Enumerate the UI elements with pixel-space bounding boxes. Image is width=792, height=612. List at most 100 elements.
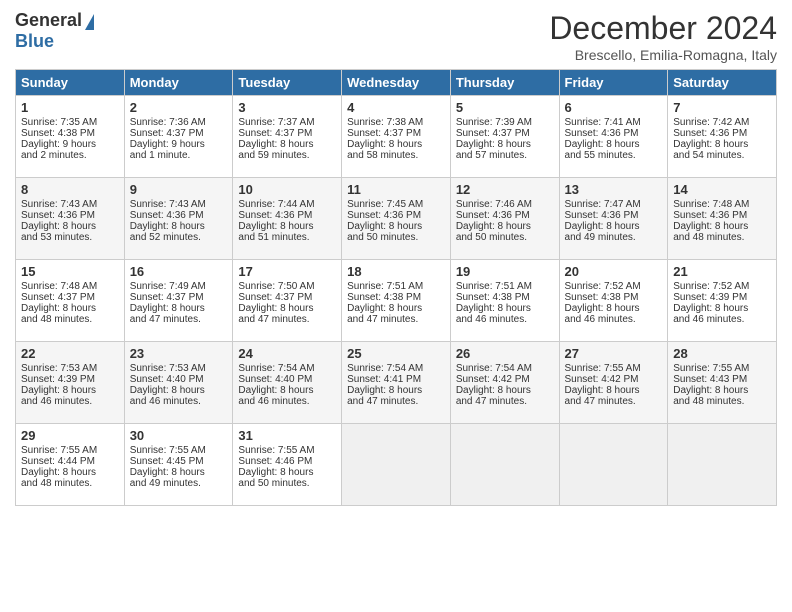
- calendar-cell: 17Sunrise: 7:50 AMSunset: 4:37 PMDayligh…: [233, 260, 342, 342]
- day-info-line: Daylight: 8 hours: [565, 303, 663, 314]
- day-header-thursday: Thursday: [450, 70, 559, 96]
- day-info-line: Sunset: 4:36 PM: [673, 210, 771, 221]
- day-info-line: Daylight: 8 hours: [565, 385, 663, 396]
- calendar-cell: 16Sunrise: 7:49 AMSunset: 4:37 PMDayligh…: [124, 260, 233, 342]
- day-info-line: Sunrise: 7:35 AM: [21, 117, 119, 128]
- day-info-line: and 58 minutes.: [347, 150, 445, 161]
- day-info-line: Sunrise: 7:55 AM: [21, 445, 119, 456]
- day-info-line: Sunrise: 7:41 AM: [565, 117, 663, 128]
- day-number: 17: [238, 264, 336, 279]
- calendar-cell: 5Sunrise: 7:39 AMSunset: 4:37 PMDaylight…: [450, 96, 559, 178]
- month-title: December 2024: [549, 10, 777, 47]
- calendar-week-row: 15Sunrise: 7:48 AMSunset: 4:37 PMDayligh…: [16, 260, 777, 342]
- calendar-cell: 27Sunrise: 7:55 AMSunset: 4:42 PMDayligh…: [559, 342, 668, 424]
- day-info-line: and 47 minutes.: [347, 396, 445, 407]
- day-info-line: Sunrise: 7:49 AM: [130, 281, 228, 292]
- day-info-line: Sunset: 4:37 PM: [130, 128, 228, 139]
- calendar-cell: 1Sunrise: 7:35 AMSunset: 4:38 PMDaylight…: [16, 96, 125, 178]
- day-info-line: Sunset: 4:37 PM: [21, 292, 119, 303]
- day-number: 8: [21, 182, 119, 197]
- calendar-cell: 8Sunrise: 7:43 AMSunset: 4:36 PMDaylight…: [16, 178, 125, 260]
- day-info-line: Daylight: 8 hours: [673, 303, 771, 314]
- day-number: 1: [21, 100, 119, 115]
- page-container: General Blue December 2024 Brescello, Em…: [0, 0, 792, 516]
- day-info-line: Sunset: 4:45 PM: [130, 456, 228, 467]
- day-info-line: Sunrise: 7:55 AM: [673, 363, 771, 374]
- day-info-line: Sunrise: 7:39 AM: [456, 117, 554, 128]
- day-info-line: Sunrise: 7:46 AM: [456, 199, 554, 210]
- day-number: 15: [21, 264, 119, 279]
- day-info-line: Daylight: 8 hours: [347, 221, 445, 232]
- day-info-line: and 46 minutes.: [130, 396, 228, 407]
- day-info-line: Daylight: 9 hours: [130, 139, 228, 150]
- day-info-line: Daylight: 8 hours: [130, 385, 228, 396]
- day-info-line: Sunrise: 7:42 AM: [673, 117, 771, 128]
- day-info-line: Daylight: 8 hours: [673, 385, 771, 396]
- day-info-line: Sunrise: 7:55 AM: [130, 445, 228, 456]
- logo-general-text: General: [15, 10, 82, 30]
- day-info-line: Sunset: 4:37 PM: [347, 128, 445, 139]
- day-info-line: Daylight: 8 hours: [130, 303, 228, 314]
- calendar-cell: 20Sunrise: 7:52 AMSunset: 4:38 PMDayligh…: [559, 260, 668, 342]
- day-info-line: Sunset: 4:38 PM: [456, 292, 554, 303]
- day-info-line: and 48 minutes.: [673, 232, 771, 243]
- day-info-line: Sunrise: 7:54 AM: [347, 363, 445, 374]
- day-info-line: Sunset: 4:36 PM: [238, 210, 336, 221]
- calendar-cell: 18Sunrise: 7:51 AMSunset: 4:38 PMDayligh…: [342, 260, 451, 342]
- day-number: 4: [347, 100, 445, 115]
- day-info-line: Daylight: 8 hours: [456, 139, 554, 150]
- day-info-line: and 47 minutes.: [347, 314, 445, 325]
- day-info-line: Daylight: 8 hours: [238, 221, 336, 232]
- day-number: 5: [456, 100, 554, 115]
- day-info-line: and 52 minutes.: [130, 232, 228, 243]
- day-number: 2: [130, 100, 228, 115]
- day-info-line: Sunrise: 7:43 AM: [130, 199, 228, 210]
- day-number: 24: [238, 346, 336, 361]
- day-info-line: Sunrise: 7:44 AM: [238, 199, 336, 210]
- day-number: 18: [347, 264, 445, 279]
- day-info-line: Daylight: 8 hours: [456, 385, 554, 396]
- calendar-cell: 31Sunrise: 7:55 AMSunset: 4:46 PMDayligh…: [233, 424, 342, 506]
- day-info-line: and 59 minutes.: [238, 150, 336, 161]
- calendar-cell: 21Sunrise: 7:52 AMSunset: 4:39 PMDayligh…: [668, 260, 777, 342]
- day-info-line: and 47 minutes.: [238, 314, 336, 325]
- day-info-line: and 46 minutes.: [456, 314, 554, 325]
- day-info-line: Daylight: 8 hours: [347, 139, 445, 150]
- logo: General Blue: [15, 10, 94, 52]
- day-number: 25: [347, 346, 445, 361]
- day-header-saturday: Saturday: [668, 70, 777, 96]
- calendar-cell: 10Sunrise: 7:44 AMSunset: 4:36 PMDayligh…: [233, 178, 342, 260]
- day-info-line: Daylight: 8 hours: [21, 303, 119, 314]
- day-info-line: and 47 minutes.: [130, 314, 228, 325]
- day-info-line: Daylight: 8 hours: [21, 221, 119, 232]
- day-info-line: Sunset: 4:36 PM: [565, 128, 663, 139]
- day-number: 28: [673, 346, 771, 361]
- day-info-line: Sunset: 4:36 PM: [456, 210, 554, 221]
- day-info-line: Sunset: 4:39 PM: [673, 292, 771, 303]
- day-number: 29: [21, 428, 119, 443]
- day-info-line: and 46 minutes.: [238, 396, 336, 407]
- day-number: 27: [565, 346, 663, 361]
- day-info-line: Sunset: 4:40 PM: [130, 374, 228, 385]
- day-info-line: Sunrise: 7:54 AM: [456, 363, 554, 374]
- day-info-line: and 2 minutes.: [21, 150, 119, 161]
- calendar-cell: 15Sunrise: 7:48 AMSunset: 4:37 PMDayligh…: [16, 260, 125, 342]
- calendar-cell: 30Sunrise: 7:55 AMSunset: 4:45 PMDayligh…: [124, 424, 233, 506]
- calendar-header-row: SundayMondayTuesdayWednesdayThursdayFrid…: [16, 70, 777, 96]
- day-info-line: and 50 minutes.: [456, 232, 554, 243]
- day-header-sunday: Sunday: [16, 70, 125, 96]
- day-number: 12: [456, 182, 554, 197]
- location-text: Brescello, Emilia-Romagna, Italy: [549, 47, 777, 63]
- day-info-line: and 47 minutes.: [456, 396, 554, 407]
- calendar-cell: [668, 424, 777, 506]
- day-info-line: Daylight: 8 hours: [21, 467, 119, 478]
- day-info-line: Sunrise: 7:37 AM: [238, 117, 336, 128]
- day-number: 26: [456, 346, 554, 361]
- calendar-cell: 29Sunrise: 7:55 AMSunset: 4:44 PMDayligh…: [16, 424, 125, 506]
- day-header-friday: Friday: [559, 70, 668, 96]
- day-info-line: Sunset: 4:39 PM: [21, 374, 119, 385]
- day-number: 21: [673, 264, 771, 279]
- day-info-line: Sunset: 4:37 PM: [238, 128, 336, 139]
- day-info-line: and 47 minutes.: [565, 396, 663, 407]
- day-info-line: and 1 minute.: [130, 150, 228, 161]
